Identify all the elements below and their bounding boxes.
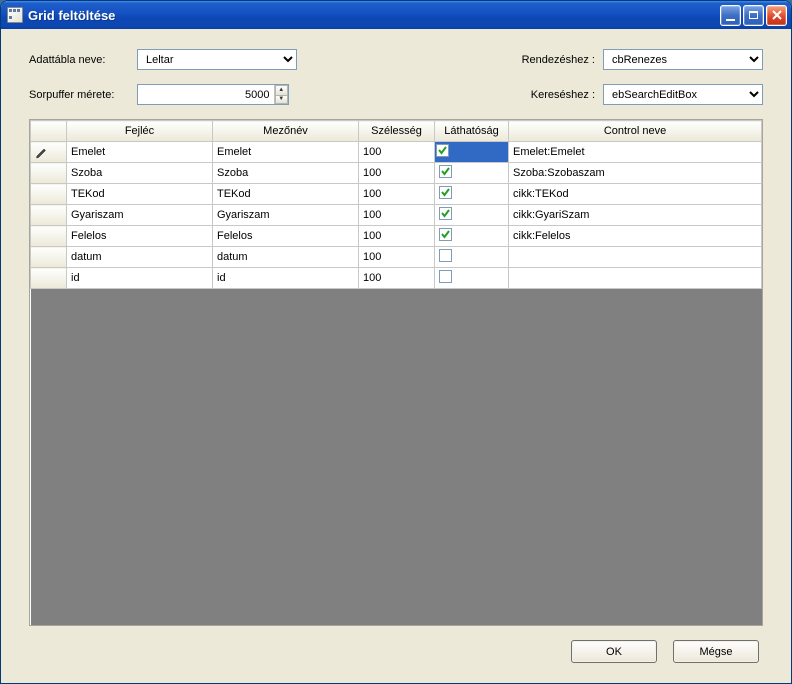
col-header-lathatosag[interactable]: Láthatóság [435, 121, 509, 142]
cell-lathatosag[interactable] [435, 268, 509, 289]
table-row[interactable]: EmeletEmelet100Emelet:Emelet [31, 142, 762, 163]
cell-szelesseg[interactable]: 100 [359, 163, 435, 184]
label-rendezeshez: Rendezéshez : [505, 54, 595, 66]
table-row[interactable]: FelelosFelelos100cikk:Felelos [31, 226, 762, 247]
cell-mezonev[interactable]: Felelos [213, 226, 359, 247]
cell-lathatosag[interactable] [435, 226, 509, 247]
table-row[interactable]: GyariszamGyariszam100cikk:GyariSzam [31, 205, 762, 226]
app-icon [7, 7, 23, 23]
label-sorpuffer: Sorpuffer mérete: [29, 89, 137, 101]
cell-mezonev[interactable]: TEKod [213, 184, 359, 205]
col-header-mezonev[interactable]: Mezőnév [213, 121, 359, 142]
cell-szelesseg[interactable]: 100 [359, 268, 435, 289]
visibility-checkbox[interactable] [439, 249, 452, 262]
cell-mezonev[interactable]: id [213, 268, 359, 289]
visibility-checkbox[interactable] [436, 144, 449, 157]
row-header[interactable] [31, 226, 67, 247]
row-header[interactable] [31, 163, 67, 184]
col-header-szelesseg[interactable]: Szélesség [359, 121, 435, 142]
cell-control[interactable]: cikk:Felelos [509, 226, 762, 247]
minimize-button[interactable] [720, 5, 741, 26]
cell-fejlec[interactable]: Felelos [67, 226, 213, 247]
cell-fejlec[interactable]: TEKod [67, 184, 213, 205]
row-header[interactable] [31, 247, 67, 268]
cell-fejlec[interactable]: id [67, 268, 213, 289]
cell-lathatosag[interactable] [435, 163, 509, 184]
cell-fejlec[interactable]: Gyariszam [67, 205, 213, 226]
visibility-checkbox[interactable] [439, 207, 452, 220]
cell-szelesseg[interactable]: 100 [359, 205, 435, 226]
cell-szelesseg[interactable]: 100 [359, 184, 435, 205]
kereseshez-combo[interactable]: ebSearchEditBox [603, 84, 763, 105]
sorpuffer-input[interactable] [138, 85, 274, 104]
cell-szelesseg[interactable]: 100 [359, 226, 435, 247]
cell-mezonev[interactable]: Szoba [213, 163, 359, 184]
data-grid[interactable]: Fejléc Mezőnév Szélesség Láthatóság Cont… [30, 120, 762, 289]
row-header[interactable] [31, 268, 67, 289]
maximize-button[interactable] [743, 5, 764, 26]
cell-lathatosag[interactable] [435, 205, 509, 226]
window-title: Grid feltöltése [28, 8, 115, 23]
cell-lathatosag[interactable] [435, 142, 509, 163]
grid-container: Fejléc Mezőnév Szélesség Láthatóság Cont… [29, 119, 763, 626]
cell-mezonev[interactable]: Emelet [213, 142, 359, 163]
cell-szelesseg[interactable]: 100 [359, 247, 435, 268]
cell-lathatosag[interactable] [435, 247, 509, 268]
adattabla-combo[interactable]: Leltar [137, 49, 297, 70]
row-header[interactable] [31, 142, 67, 163]
cell-mezonev[interactable]: Gyariszam [213, 205, 359, 226]
cancel-button[interactable]: Mégse [673, 640, 759, 663]
cell-control[interactable] [509, 268, 762, 289]
col-header-control[interactable]: Control neve [509, 121, 762, 142]
row-header[interactable] [31, 184, 67, 205]
table-row[interactable]: SzobaSzoba100Szoba:Szobaszam [31, 163, 762, 184]
cell-control[interactable]: cikk:GyariSzam [509, 205, 762, 226]
visibility-checkbox[interactable] [439, 165, 452, 178]
client-area: Adattábla neve: Leltar Rendezéshez : cbR… [1, 29, 791, 683]
cell-fejlec[interactable]: Szoba [67, 163, 213, 184]
window-frame: Grid feltöltése Adattábla neve: Leltar R… [0, 0, 792, 684]
table-row[interactable]: idid100 [31, 268, 762, 289]
cell-fejlec[interactable]: datum [67, 247, 213, 268]
rendezeshez-combo[interactable]: cbRenezes [603, 49, 763, 70]
cell-lathatosag[interactable] [435, 184, 509, 205]
cell-mezonev[interactable]: datum [213, 247, 359, 268]
titlebar[interactable]: Grid feltöltése [1, 1, 791, 29]
grid-header-row: Fejléc Mezőnév Szélesség Láthatóság Cont… [31, 121, 762, 142]
dialog-footer: OK Mégse [29, 626, 763, 669]
row-header-blank [31, 121, 67, 142]
col-header-fejlec[interactable]: Fejléc [67, 121, 213, 142]
cell-szelesseg[interactable]: 100 [359, 142, 435, 163]
spinner-down-button[interactable]: ▼ [275, 95, 288, 105]
visibility-checkbox[interactable] [439, 228, 452, 241]
visibility-checkbox[interactable] [439, 186, 452, 199]
sorpuffer-spinner[interactable]: ▲ ▼ [137, 84, 289, 105]
cell-control[interactable] [509, 247, 762, 268]
visibility-checkbox[interactable] [439, 270, 452, 283]
label-kereseshez: Kereséshez : [505, 89, 595, 101]
cell-control[interactable]: Emelet:Emelet [509, 142, 762, 163]
label-adattabla: Adattábla neve: [29, 54, 137, 66]
table-row[interactable]: datumdatum100 [31, 247, 762, 268]
cell-control[interactable]: Szoba:Szobaszam [509, 163, 762, 184]
cell-fejlec[interactable]: Emelet [67, 142, 213, 163]
close-button[interactable] [766, 5, 787, 26]
spinner-up-button[interactable]: ▲ [275, 85, 288, 95]
cell-control[interactable]: cikk:TEKod [509, 184, 762, 205]
table-row[interactable]: TEKodTEKod100cikk:TEKod [31, 184, 762, 205]
row-header[interactable] [31, 205, 67, 226]
ok-button[interactable]: OK [571, 640, 657, 663]
